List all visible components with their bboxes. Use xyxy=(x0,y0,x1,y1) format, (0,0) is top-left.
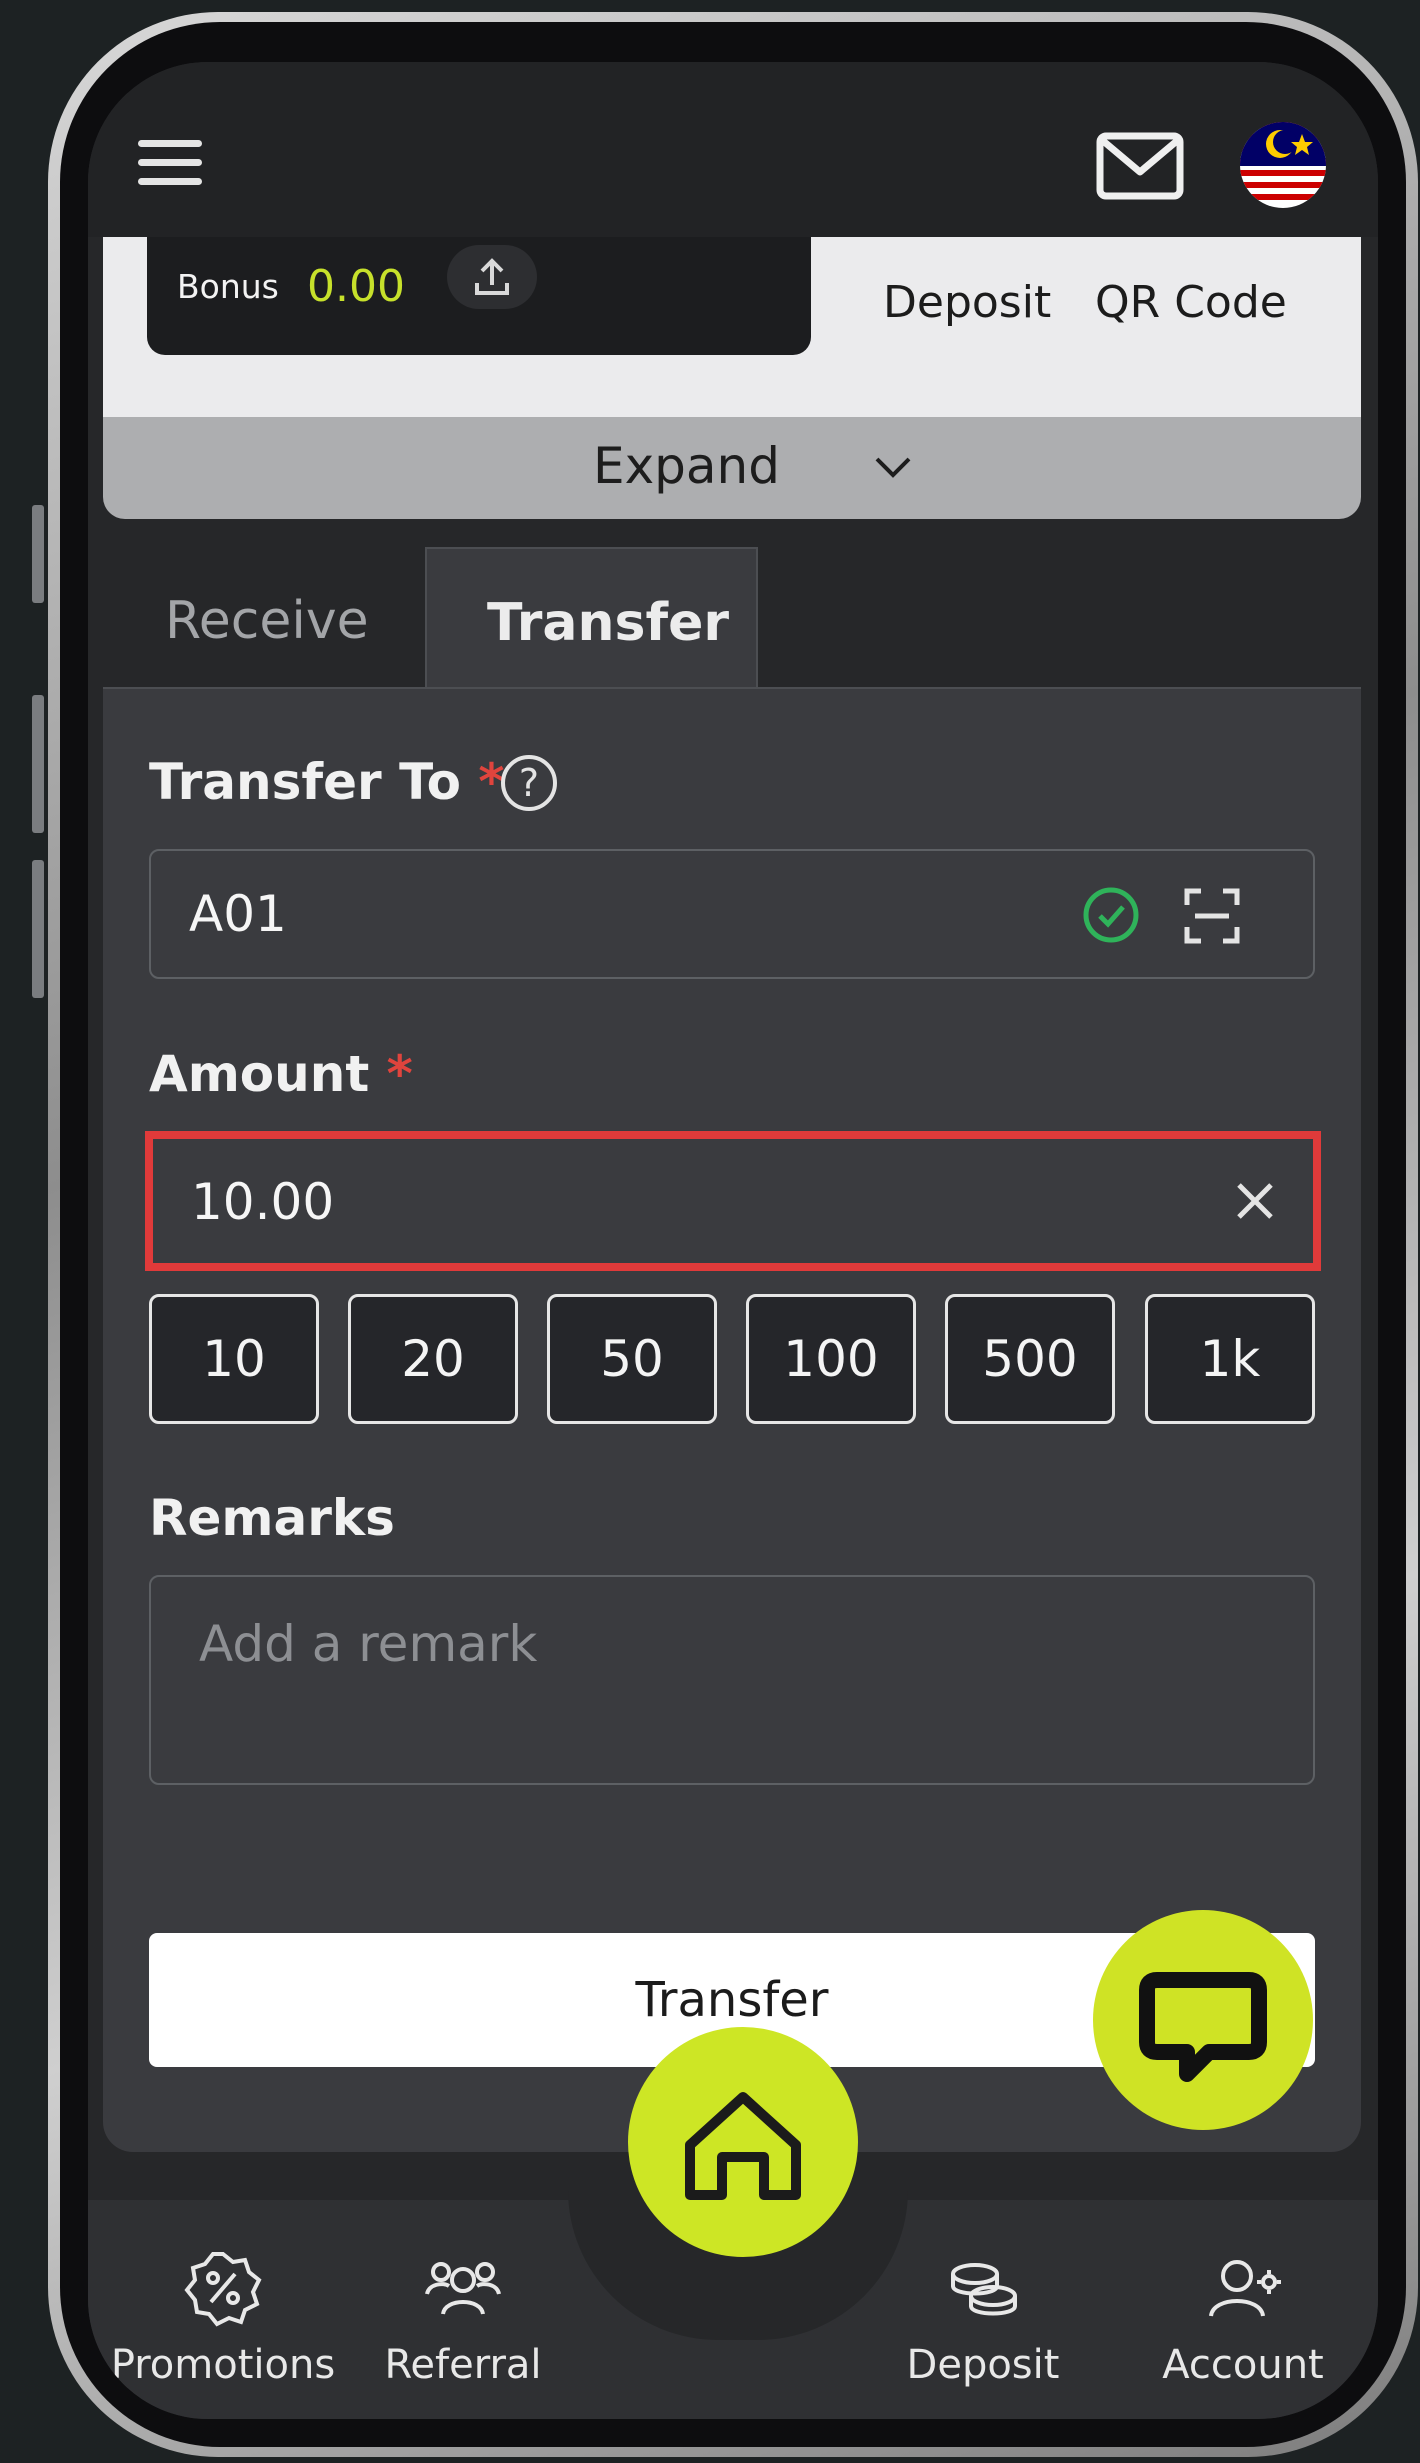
amount-label: Amount * xyxy=(149,1045,413,1103)
remarks-placeholder: Add a remark xyxy=(199,1615,538,1673)
help-icon[interactable]: ? xyxy=(501,755,557,811)
quick-amount-button[interactable]: 1k xyxy=(1145,1294,1315,1424)
phone-frame: Bonus 0.00 Deposit QR Code Expand Receiv… xyxy=(48,12,1418,2457)
remarks-label: Remarks xyxy=(149,1489,395,1547)
nav-deposit[interactable]: Deposit xyxy=(883,2248,1083,2388)
expand-bar[interactable]: Expand xyxy=(103,417,1361,519)
nav-account-label: Account xyxy=(1162,2342,1324,2388)
users-group-icon xyxy=(425,2262,501,2315)
phone-side-button-3 xyxy=(32,860,44,998)
phone-side-button-1 xyxy=(32,505,44,603)
bonus-label: Bonus xyxy=(177,267,279,306)
bonus-panel: Bonus 0.00 xyxy=(147,237,811,355)
tab-receive[interactable]: Receive xyxy=(165,591,369,651)
quick-amount-button[interactable]: 100 xyxy=(746,1294,916,1424)
tab-bar: Receive Transfer xyxy=(103,547,1361,689)
amount-input[interactable]: 10.00 xyxy=(145,1131,1321,1271)
scan-icon[interactable] xyxy=(1183,887,1241,945)
live-chat-button[interactable] xyxy=(1093,1910,1313,2130)
upload-icon xyxy=(475,258,509,295)
bonus-value: 0.00 xyxy=(307,261,405,312)
transfer-to-input[interactable]: A01 xyxy=(149,849,1315,979)
percent-badge-icon xyxy=(184,2252,262,2327)
nav-account[interactable]: Account xyxy=(1138,2248,1348,2388)
quick-amount-button[interactable]: 20 xyxy=(348,1294,518,1424)
nav-referral[interactable]: Referral xyxy=(363,2248,563,2388)
hamburger-menu-icon[interactable] xyxy=(138,140,202,190)
malaysia-flag-icon[interactable] xyxy=(1240,122,1326,208)
qr-code-link[interactable]: QR Code xyxy=(1095,277,1287,328)
nav-referral-label: Referral xyxy=(384,2342,542,2388)
upload-button[interactable] xyxy=(447,245,537,309)
required-mark: * xyxy=(386,1045,413,1103)
tab-transfer-label: Transfer xyxy=(487,593,729,653)
check-circle-icon xyxy=(1083,887,1139,943)
transfer-to-label: Transfer To * xyxy=(149,753,505,811)
nav-promotions[interactable]: Promotions xyxy=(98,2248,348,2388)
app-screen: Bonus 0.00 Deposit QR Code Expand Receiv… xyxy=(88,62,1378,2419)
coins-icon xyxy=(951,2263,1017,2316)
close-icon[interactable] xyxy=(1233,1179,1277,1223)
wallet-card: Bonus 0.00 Deposit QR Code xyxy=(103,237,1361,417)
remarks-textarea[interactable]: Add a remark xyxy=(149,1575,1315,1785)
expand-label: Expand xyxy=(593,437,780,495)
mail-icon[interactable] xyxy=(1096,132,1184,200)
home-button[interactable] xyxy=(628,2027,858,2257)
home-icon xyxy=(685,2092,801,2200)
transfer-to-value: A01 xyxy=(189,885,287,943)
quick-amount-button[interactable]: 500 xyxy=(945,1294,1115,1424)
amount-value: 10.00 xyxy=(191,1173,335,1231)
nav-promotions-label: Promotions xyxy=(110,2342,336,2388)
tab-transfer[interactable]: Transfer xyxy=(425,547,758,689)
phone-side-button-2 xyxy=(32,695,44,833)
chat-bubble-icon xyxy=(1139,1972,1267,2082)
quick-amount-button[interactable]: 10 xyxy=(149,1294,319,1424)
top-bar xyxy=(88,62,1378,237)
chevron-down-icon xyxy=(875,457,911,478)
nav-deposit-label: Deposit xyxy=(906,2342,1060,2388)
deposit-link[interactable]: Deposit xyxy=(883,277,1051,328)
user-settings-icon xyxy=(1209,2260,1281,2317)
quick-amount-button[interactable]: 50 xyxy=(547,1294,717,1424)
phone-bezel: Bonus 0.00 Deposit QR Code Expand Receiv… xyxy=(60,22,1406,2447)
